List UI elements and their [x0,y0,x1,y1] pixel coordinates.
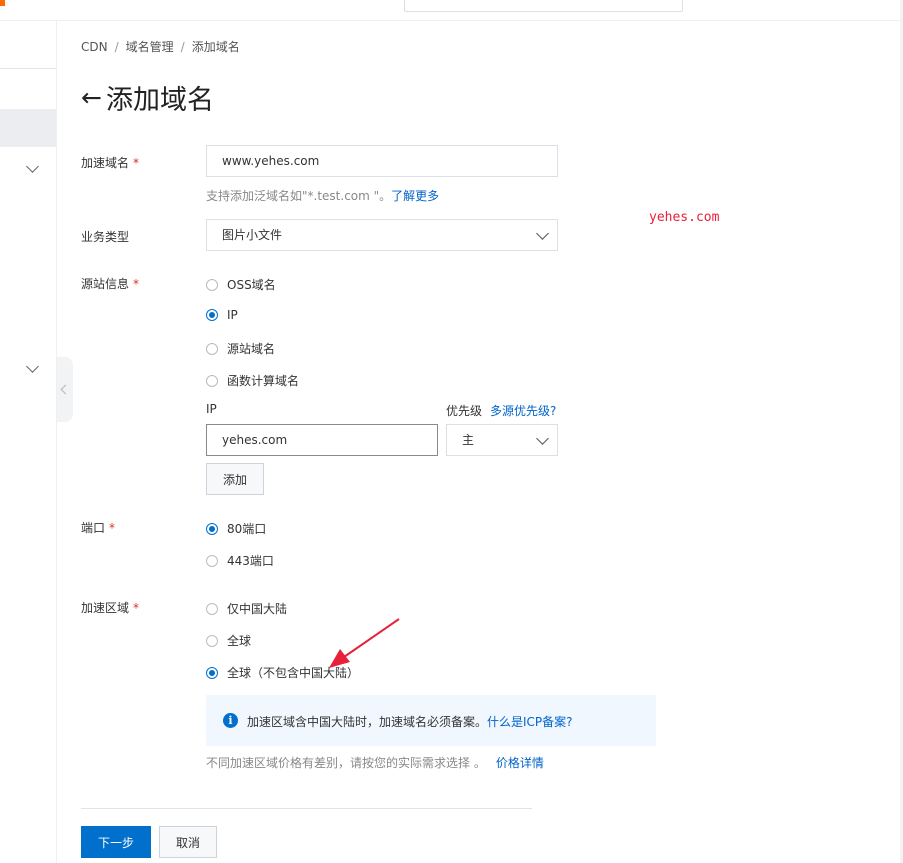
annotation-arrow-icon [329,618,400,668]
